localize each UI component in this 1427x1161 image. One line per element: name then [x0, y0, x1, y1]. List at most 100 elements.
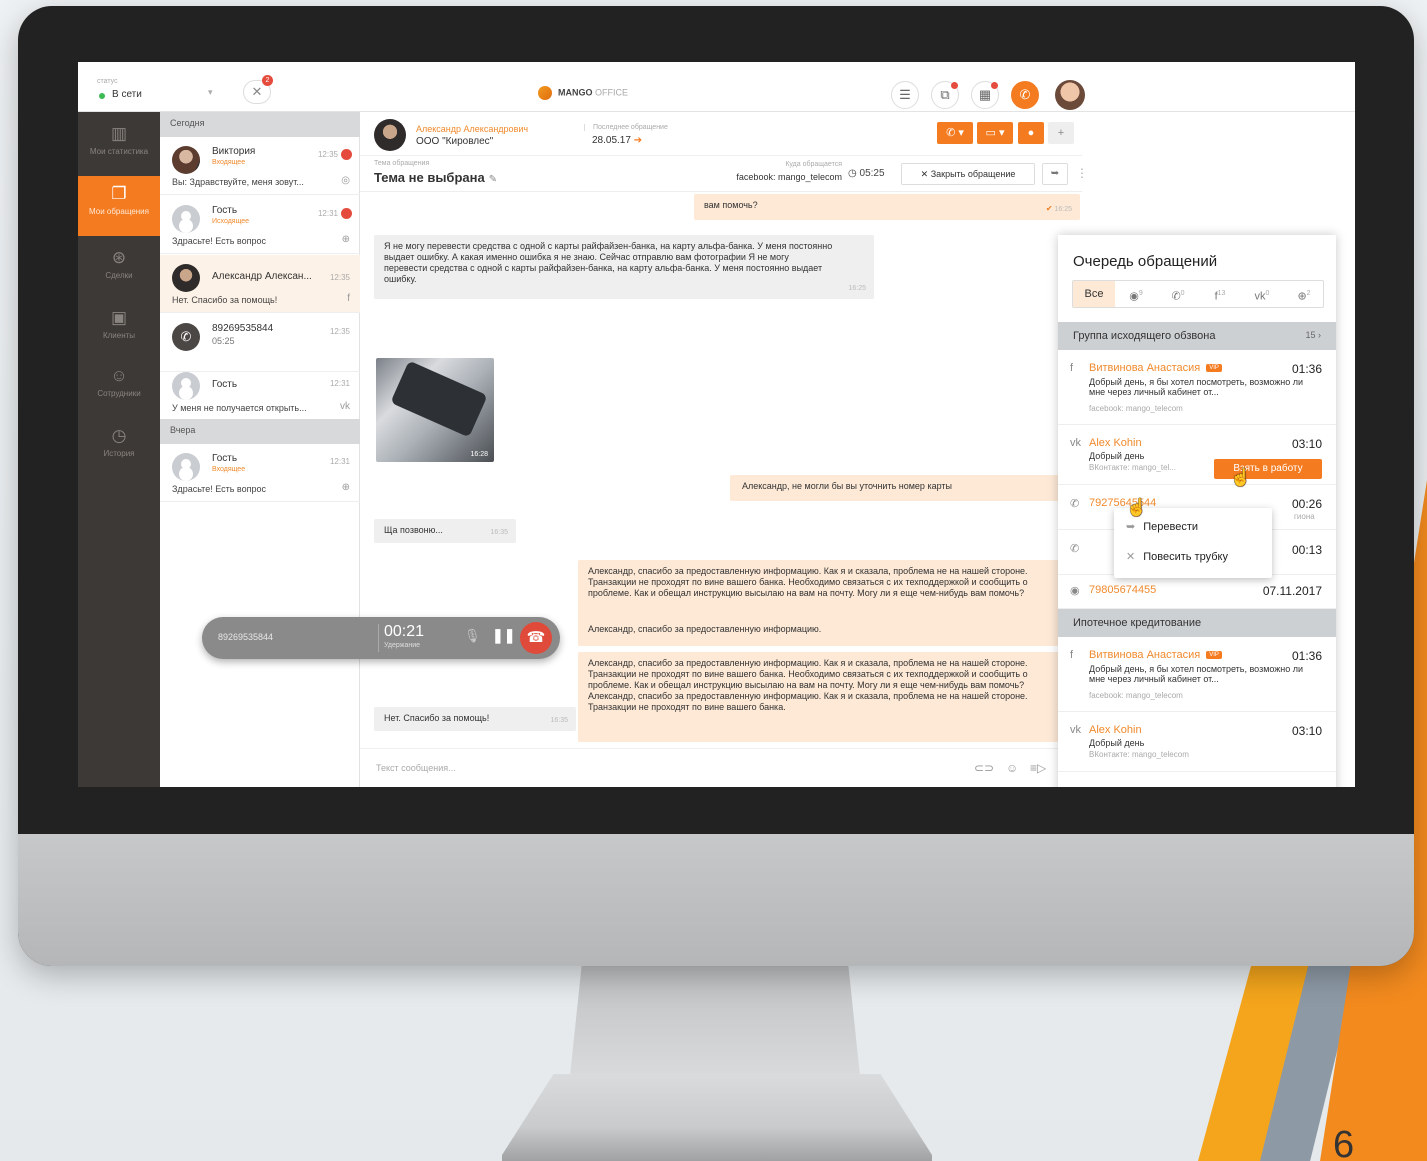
message-text: Александр, спасибо за предоставленную ин… — [588, 624, 822, 634]
filter-web[interactable]: ⊕2 — [1283, 281, 1325, 307]
facebook-icon: f — [347, 293, 350, 304]
filter-count: 13 — [1217, 290, 1226, 297]
message-outgoing: Александр, спасибо за предоставленную ин… — [578, 560, 1082, 646]
tools-icon: ✕ — [251, 84, 263, 99]
nav-item-history[interactable]: ◷ История — [78, 418, 160, 478]
chevron-down-icon[interactable]: ▾ — [208, 87, 213, 98]
nav-item-requests[interactable]: ❐ Мои обращения — [78, 176, 160, 236]
unread-badge — [341, 208, 352, 219]
conversation-item[interactable]: Гость Входящее 12:31 Здрасьте! Есть вопр… — [160, 444, 360, 502]
call-button[interactable]: ✆ ▾ — [937, 122, 973, 144]
filter-chat[interactable]: ◉9 — [1115, 281, 1157, 307]
list-button[interactable]: ☰ — [891, 81, 919, 109]
message-time: 16:25 — [848, 285, 866, 292]
group-name: Группа исходящего обзвона — [1073, 330, 1216, 342]
queue-item-time: 00:26 — [1291, 497, 1322, 511]
destination-value: facebook: mango_telecom — [736, 172, 842, 182]
queue-item[interactable]: ◉ 79805674455 07.11.2017 — [1058, 575, 1336, 609]
tools-badge: 2 — [262, 75, 273, 86]
nav-item-staff[interactable]: ☺ Сотрудники — [78, 358, 160, 418]
nav-label: Мои обращения — [89, 207, 149, 216]
facebook-icon: f — [1070, 362, 1074, 374]
time-value: 16:25 — [1054, 206, 1072, 213]
conversation-time: 12:35 — [317, 150, 338, 159]
pause-icon[interactable]: ❚❚ — [492, 627, 515, 644]
message-composer[interactable]: Текст сообщения... ⊂⊃ ☺ ≡▷ — [360, 748, 1082, 787]
queue-item-source: гиона — [1294, 512, 1315, 521]
conversation-name: Виктория — [212, 146, 256, 157]
people-icon: ☺ — [110, 366, 128, 385]
queue-filters: Все ◉9 ✆0 f13 vk0 ⊕2 — [1072, 280, 1324, 308]
filter-phone[interactable]: ✆0 — [1157, 281, 1199, 307]
queue-item[interactable]: f Витвинова Анастасия VIP 01:36 Добрый де… — [1058, 637, 1336, 712]
queue-item-source: facebook: mango_telecom — [1089, 404, 1183, 413]
pencil-icon: ✎ — [488, 174, 498, 185]
close-request-button[interactable]: ✕ Закрыть обращение — [901, 163, 1035, 185]
queue-item-source: ВКонтакте: mango_tel... — [1089, 463, 1176, 472]
queue-item[interactable]: vk Alex Kohin 03:10 Добрый день ВКонтакт… — [1058, 712, 1336, 772]
filter-all[interactable]: Все — [1073, 281, 1115, 307]
conversation-type: Входящее — [212, 466, 246, 473]
globe-icon: ⊕ — [341, 482, 350, 493]
queue-group-header[interactable]: Ипотечное кредитование — [1058, 609, 1336, 637]
subject-label: Тема обращения — [374, 160, 430, 167]
add-user-icon: + — [1057, 127, 1065, 139]
queue-button[interactable]: ▦ — [971, 81, 999, 109]
copy-icon: ⧉ — [940, 87, 950, 102]
grid-icon: ▦ — [978, 87, 992, 102]
filter-count: 9 — [1138, 290, 1143, 297]
check-icon: ✔ — [1045, 204, 1053, 213]
filter-vk[interactable]: vk0 — [1241, 281, 1283, 307]
chat-button[interactable]: ● — [1018, 122, 1044, 144]
conversation-item[interactable]: Виктория Входящее 12:35 Вы: Здравствуйте… — [160, 137, 360, 195]
nav-item-clients[interactable]: ▣ Клиенты — [78, 300, 160, 360]
photo-attachment[interactable]: 16:28 — [376, 358, 494, 462]
status-select[interactable]: В сети — [112, 89, 142, 100]
queue-item[interactable]: f Витвинова Анастасия VIP 01:36 Добрый де… — [1058, 350, 1336, 425]
user-avatar[interactable] — [1055, 80, 1085, 110]
message-input[interactable]: Текст сообщения... — [376, 763, 456, 773]
menu-item-transfer[interactable]: ➥ Перевести — [1126, 520, 1198, 533]
queue-item-time: 01:36 — [1291, 362, 1322, 376]
mute-icon[interactable]: 🎙 — [464, 628, 481, 644]
message-outgoing: Александр, спасибо за предоставленную ин… — [578, 652, 1082, 742]
app-screen: статус В сети ▾ ✕ 2 MANGO OFFICE ☰ ⧉ ▦ ✆… — [78, 62, 1355, 787]
add-user-button[interactable]: + — [1048, 122, 1074, 144]
menu-item-hangup[interactable]: ✕ Повесить трубку — [1126, 550, 1228, 563]
tools-button[interactable]: ✕ 2 — [243, 75, 273, 104]
queue-item-name: Alex Kohin — [1089, 724, 1142, 736]
attach-icon[interactable]: ⊂⊃ — [974, 761, 994, 775]
conversation-item[interactable]: Гость 12:31 У меня не получается открыть… — [160, 363, 360, 421]
subject-value[interactable]: Тема не выбрана ✎ — [374, 170, 497, 185]
avatar — [172, 205, 200, 233]
last-request-date[interactable]: 28.05.17 ➔ — [592, 135, 642, 146]
conversation-item-selected[interactable]: Александр Алексан... 12:35 Нет. Спасибо … — [160, 255, 360, 313]
message-icon: ▭ ▾ — [985, 127, 1005, 139]
chat-stack-icon: ❐ — [111, 184, 127, 203]
message-button[interactable]: ▭ ▾ — [977, 122, 1013, 144]
filter-facebook[interactable]: f13 — [1199, 281, 1241, 307]
session-timer: ◷ 05:25 — [848, 168, 885, 179]
phone-button[interactable]: ✆ — [1011, 81, 1039, 109]
photo-time: 16:28 — [470, 451, 488, 458]
tasks-button[interactable]: ⧉ — [931, 81, 959, 109]
forward-button[interactable]: ➥ — [1042, 163, 1068, 185]
subject-bar: Тема обращения Тема не выбрана ✎ Куда обр… — [360, 156, 1088, 192]
send-icon[interactable]: ≡▷ — [1030, 761, 1046, 775]
emoji-icon[interactable]: ☺ — [1006, 761, 1018, 775]
forward-icon: ➥ — [1126, 521, 1136, 533]
contact-name[interactable]: Александр Александрович — [416, 124, 528, 134]
more-icon[interactable]: ⋮ — [1076, 166, 1088, 180]
nav-item-deals[interactable]: ⊛ Сделки — [78, 240, 160, 300]
hangup-icon: ☎ — [526, 629, 546, 646]
hangup-button[interactable]: ☎ — [520, 622, 552, 654]
message-time: 16:35 — [490, 529, 508, 536]
queue-group-header[interactable]: Группа исходящего обзвона 15 › — [1058, 322, 1336, 350]
nav-item-statistics[interactable]: ▥ Мои статистика — [78, 116, 160, 176]
name-text: Витвинова Анастасия — [1089, 362, 1201, 374]
conversation-item[interactable]: Гость Исходящее 12:31 Здрасьте! Есть воп… — [160, 196, 360, 254]
conversation-time: 12:31 — [329, 379, 350, 388]
phone-icon: ✆ ▾ — [946, 127, 964, 139]
status-label: статус — [97, 78, 118, 85]
globe-icon: ⊕ — [341, 234, 350, 245]
